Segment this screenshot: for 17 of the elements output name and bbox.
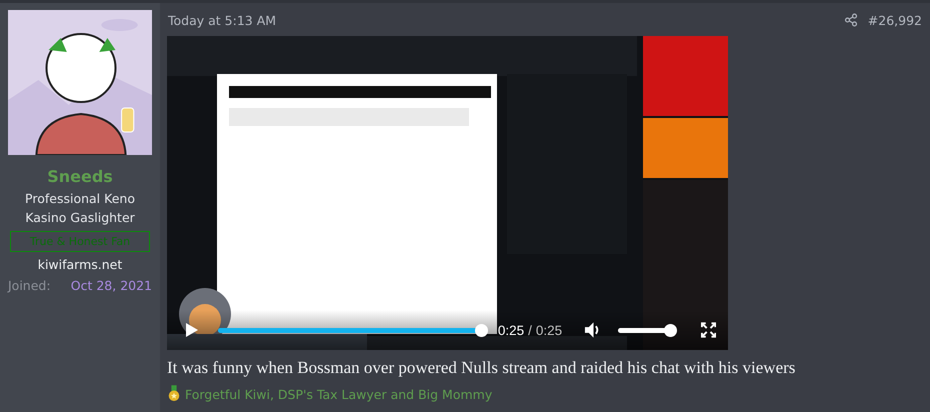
user-title: Professional Keno Kasino Gaslighter	[24, 190, 136, 227]
time-separator: /	[528, 322, 532, 338]
post-body: It was funny when Bossman over powered Nulls stream and raided his chat with his viewers	[167, 358, 796, 378]
post-timestamp[interactable]: Today at 5:13 AM	[168, 12, 276, 28]
fullscreen-icon[interactable]	[700, 322, 716, 338]
post-number[interactable]: #26,992	[868, 12, 922, 28]
total-time: 0:25	[536, 322, 562, 338]
site-label: kiwifarms.net	[38, 257, 122, 272]
user-banner: True & Honest Fan	[10, 231, 150, 252]
reaction-list[interactable]: Forgetful Kiwi, DSP's Tax Lawyer and Big Mommy	[185, 386, 492, 402]
medal-icon	[167, 385, 181, 403]
joined-date: Oct 28, 2021	[70, 278, 152, 293]
volume-icon[interactable]	[584, 321, 602, 339]
current-time: 0:25	[498, 322, 524, 338]
share-icon[interactable]	[844, 13, 858, 27]
username[interactable]: Sneeds	[47, 167, 113, 186]
joined-label: Joined:	[8, 278, 51, 293]
